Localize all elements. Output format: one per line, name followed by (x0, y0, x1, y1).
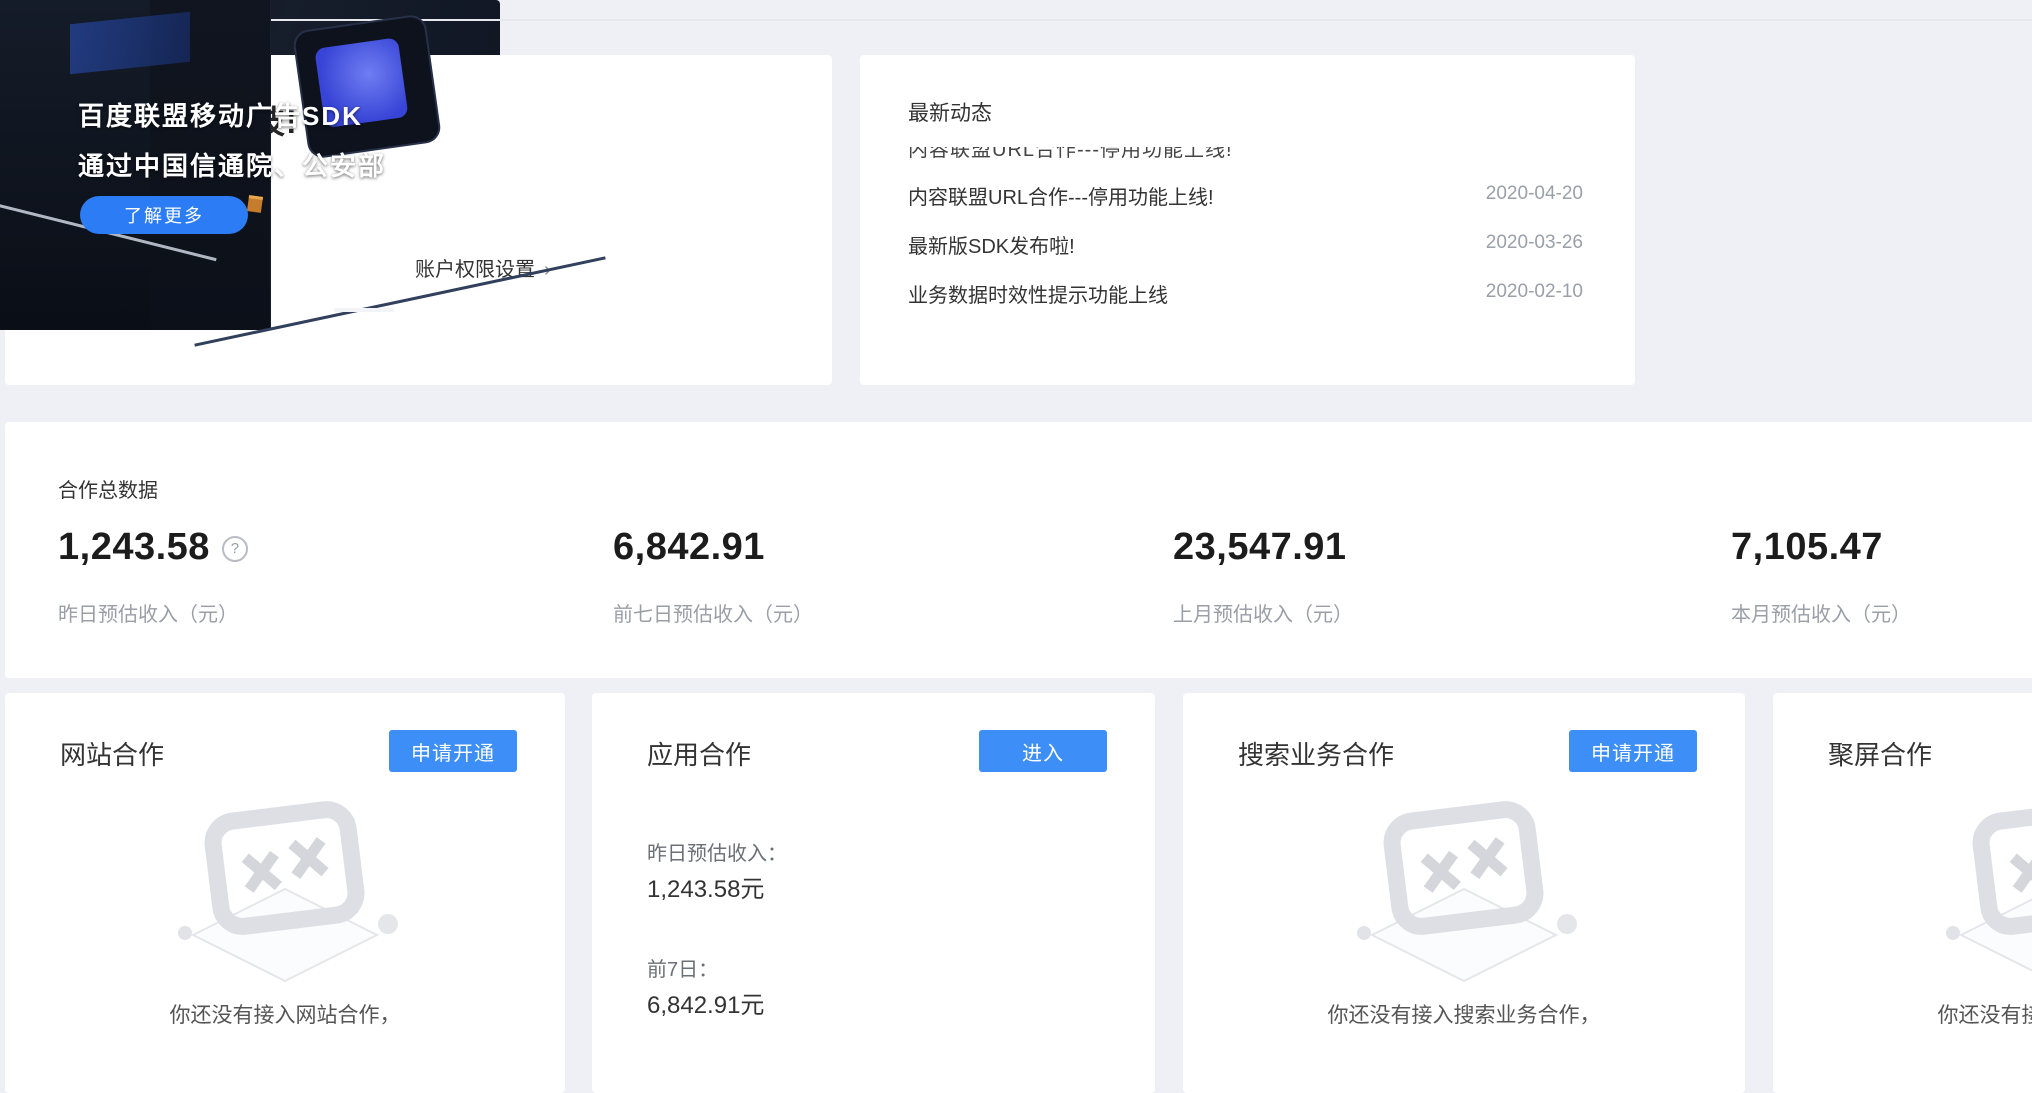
learn-more-button[interactable]: 了解更多 (80, 196, 248, 234)
revenue-row-value: 1,243.58元 (647, 869, 764, 904)
banner-headline-line2: 通过中国信通院、公安部 (78, 146, 386, 183)
card-title: 网站合作 (60, 735, 164, 772)
stat-value: 7,105.47 (1731, 526, 1883, 569)
revenue-row-value: 6,842.91元 (647, 985, 764, 1020)
help-question-icon[interactable]: ? (222, 536, 248, 562)
empty-state-tv-illustration (165, 797, 405, 987)
news-card-title: 最新动态 (908, 97, 992, 127)
stat-label: 上月预估收入（元） (1173, 598, 1353, 627)
search-cooperation-card: 搜索业务合作 申请开通 你还没有接入搜索业务合作， (1183, 693, 1745, 1093)
topbar-divider-line (188, 19, 2032, 21)
news-item-date: 2020-04-20 (1486, 183, 1583, 205)
card-title: 应用合作 (647, 735, 751, 772)
juping-cooperation-card: 聚屏合作 你还没有接入聚屏合作， (1773, 693, 2032, 1093)
stat-label: 前七日预估收入（元） (613, 598, 813, 627)
stat-value: 1,243.58 (58, 526, 210, 569)
stat-value: 23,547.91 (1173, 526, 1347, 569)
empty-state-tv-illustration (1344, 797, 1584, 987)
revenue-row-label: 前7日： (647, 953, 718, 982)
news-item-text[interactable]: 业务数据时效性提示功能上线 (908, 279, 1168, 308)
card-title: 聚屏合作 (1828, 735, 1932, 772)
empty-state-text: 你还没有接入聚屏合作， (1773, 999, 2032, 1029)
news-item-text[interactable]: 内容联盟URL合作---停用功能上线! (908, 181, 1214, 210)
revenue-row-label: 昨日预估收入： (647, 837, 787, 866)
enter-button[interactable]: 进入 (979, 730, 1107, 772)
stat-lastmonth-revenue: 23,547.91 上月预估收入（元） (1173, 526, 1643, 569)
stat-yesterday-revenue: 1,243.58? 昨日预估收入（元） (58, 526, 528, 569)
news-item-text[interactable]: 最新版SDK发布啦! (908, 230, 1075, 259)
news-item[interactable]: 内容联盟URL合作---停用功能上线! 2020-04-20 (908, 181, 1583, 211)
stat-label: 本月预估收入（元） (1731, 598, 1911, 627)
news-item-date: 2020-02-10 (1486, 281, 1583, 303)
banner-headline-line1: 百度联盟移动广告SDK (78, 96, 363, 133)
stat-thismonth-revenue: 7,105.47 本月预估收入（元） (1731, 526, 2032, 569)
news-item-partially-scrolled: 内容联盟URL合作---停用功能上线! (908, 147, 1528, 160)
card-title: 搜索业务合作 (1238, 735, 1394, 772)
empty-state-text: 你还没有接入搜索业务合作， (1183, 999, 1745, 1029)
total-cooperation-data-card: 合作总数据 1,243.58? 昨日预估收入（元） 6,842.91 前七日预估… (5, 422, 2032, 678)
empty-state-text: 你还没有接入网站合作， (5, 999, 565, 1029)
banner-art-phone (292, 13, 443, 159)
apply-open-button[interactable]: 申请开通 (389, 730, 517, 772)
empty-state-tv-illustration (1933, 797, 2032, 987)
stats-card-title: 合作总数据 (58, 474, 158, 503)
stat-last7days-revenue: 6,842.91 前七日预估收入（元） (613, 526, 1083, 569)
news-item-date: 2020-03-26 (1486, 232, 1583, 254)
stat-label: 昨日预估收入（元） (58, 598, 238, 627)
news-item[interactable]: 业务数据时效性提示功能上线 2020-02-10 (908, 279, 1583, 309)
carousel-indicator[interactable] (334, 308, 394, 312)
account-permission-link[interactable]: 账户权限设置› (415, 253, 551, 282)
website-cooperation-card: 网站合作 申请开通 你还没有接入网站合作， (5, 693, 565, 1093)
news-item[interactable]: 最新版SDK发布啦! 2020-03-26 (908, 230, 1583, 260)
app-cooperation-card: 应用合作 进入 昨日预估收入： 1,243.58元 前7日： 6,842.91元 (592, 693, 1155, 1093)
banner-art-gold-cube (247, 195, 263, 213)
latest-news-card: 最新动态 内容联盟URL合作---停用功能上线! 内容联盟URL合作---停用功… (860, 55, 1635, 385)
stat-value: 6,842.91 (613, 526, 765, 569)
apply-open-button[interactable]: 申请开通 (1569, 730, 1697, 772)
